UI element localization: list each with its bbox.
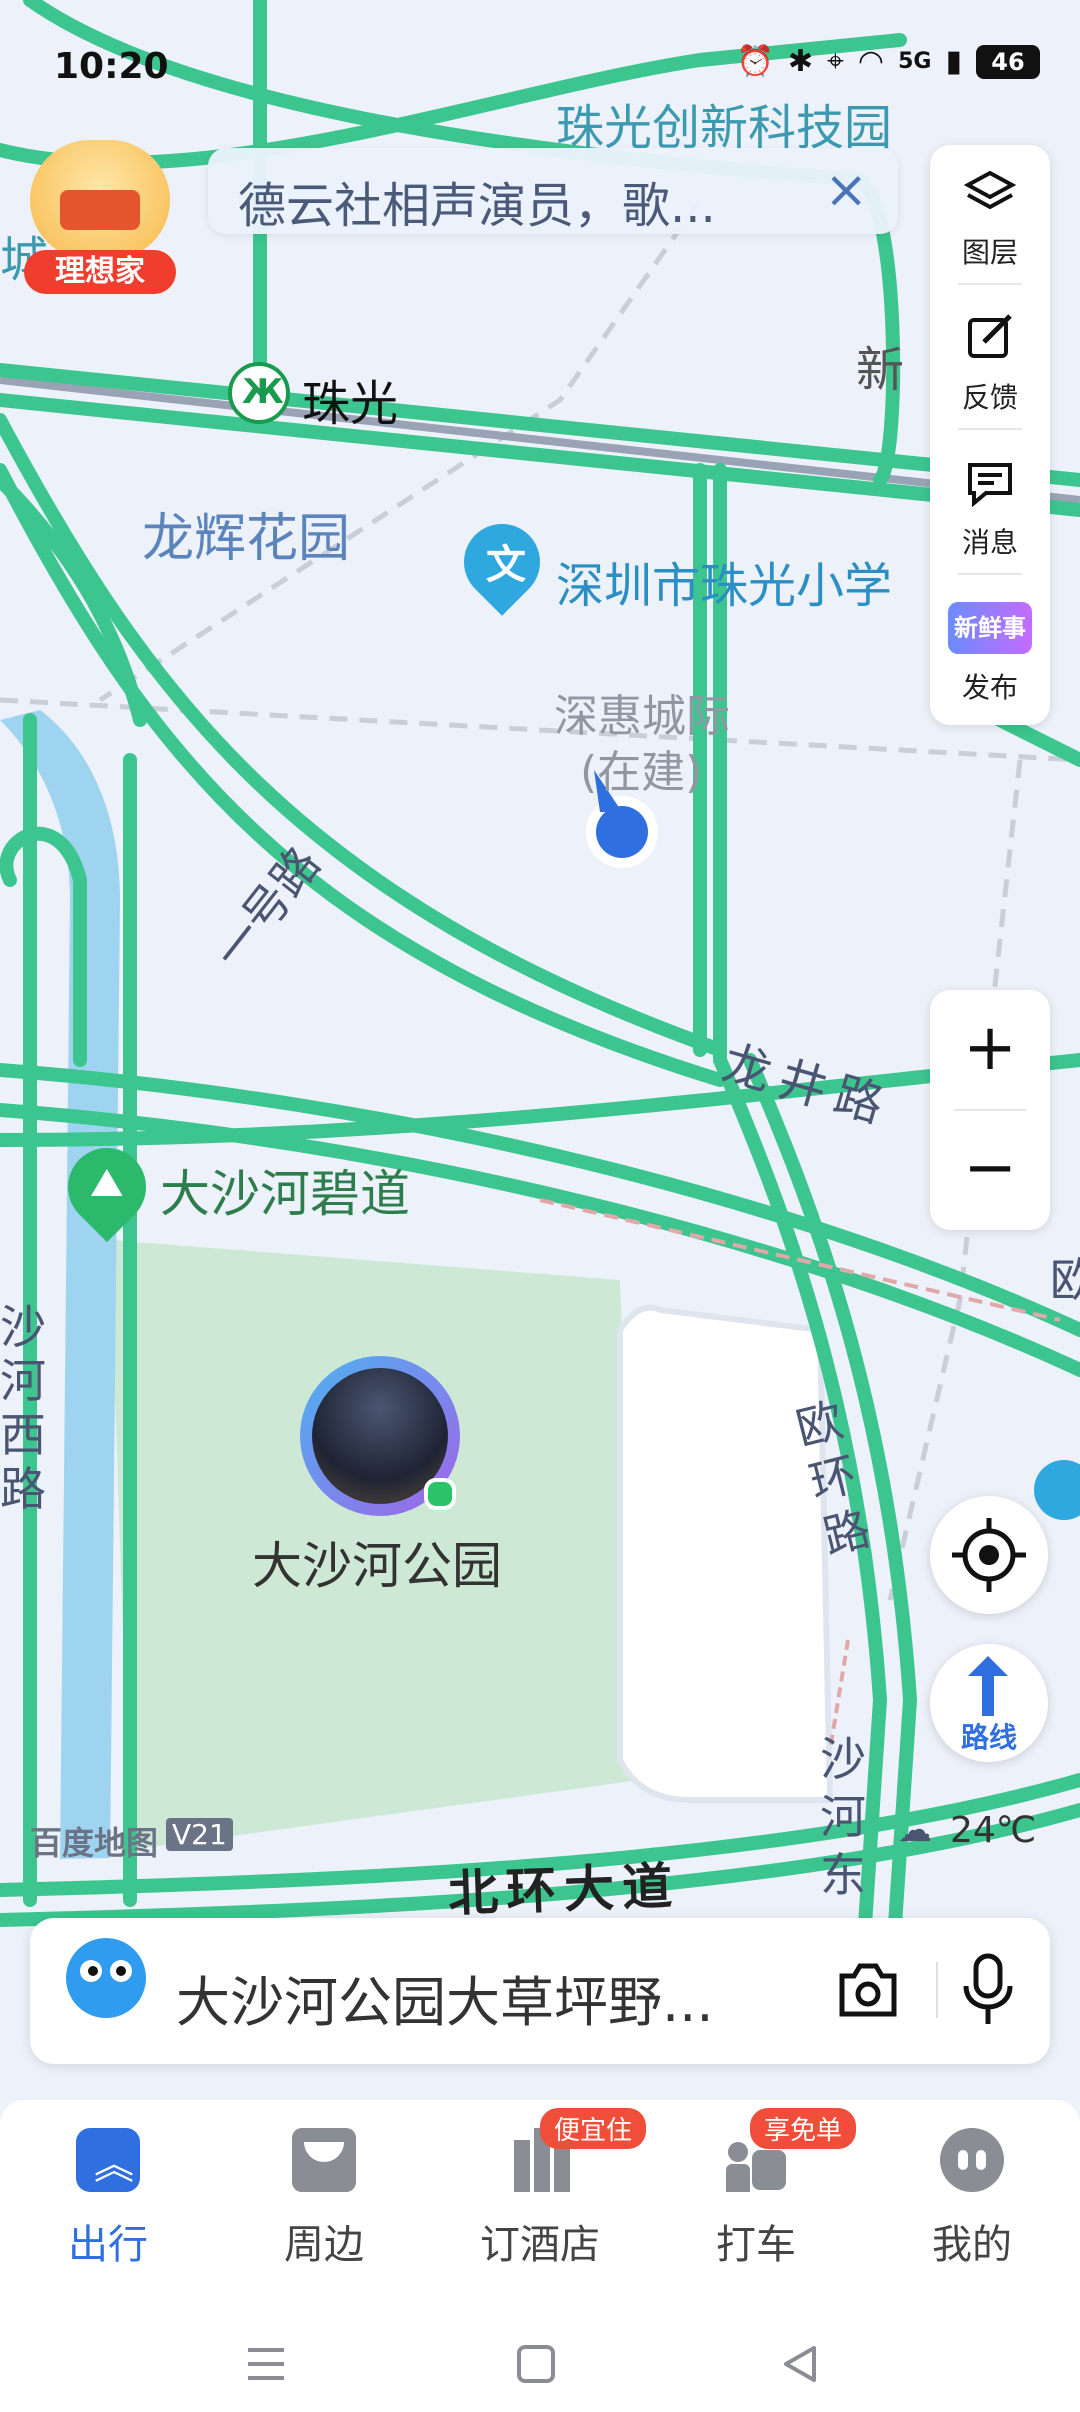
brand-label: 百度地图: [30, 1824, 159, 1862]
wifi-icon: ◠: [857, 44, 885, 79]
label-metro-station[interactable]: 珠光: [302, 364, 398, 434]
taxi-badge: 享免单: [750, 2108, 857, 2149]
park-photo-marker[interactable]: [300, 1356, 460, 1516]
zoom-in-button[interactable]: +: [930, 990, 1050, 1110]
network-label: 5G: [898, 49, 932, 74]
status-time: 10:20: [54, 46, 169, 87]
weather-icon: ☁: [898, 1810, 932, 1850]
nav-hotel[interactable]: 便宜住 订酒店: [450, 2108, 647, 2280]
menu-icon[interactable]: [246, 2346, 286, 2382]
location-status-icon: ⌖: [827, 44, 844, 79]
label-railway: 深惠城际: [554, 691, 730, 742]
label-greenway[interactable]: 大沙河碧道: [160, 1154, 410, 1226]
nav-travel[interactable]: ︽ 出行: [18, 2120, 198, 2280]
alarm-icon: ⏰: [736, 44, 774, 79]
layers-icon: [964, 170, 1016, 210]
location-dot: [596, 806, 648, 858]
nav-profile[interactable]: 我的: [882, 2120, 1062, 2280]
close-icon[interactable]: ×: [824, 160, 868, 220]
home-icon[interactable]: [516, 2344, 556, 2384]
river: [0, 710, 120, 1860]
back-icon[interactable]: [780, 2344, 820, 2384]
label-road-shahe-east: 沙河东: [820, 1732, 866, 1902]
route-button[interactable]: 路线: [930, 1644, 1048, 1762]
top-search-text[interactable]: 德云社相声演员，歌...: [238, 166, 716, 236]
nav-nearby[interactable]: 周边: [234, 2120, 414, 2280]
label-longhui[interactable]: 龙辉花园: [142, 496, 350, 571]
zoom-controls: + −: [930, 990, 1050, 1230]
map-canvas[interactable]: [0, 0, 1080, 2100]
travel-icon: ︽: [76, 2128, 140, 2192]
label-road-beihuan: 北环大道: [447, 1856, 682, 1924]
signal-icon: ▮: [945, 44, 962, 79]
locate-button[interactable]: [930, 1496, 1048, 1614]
weather-temp: 24℃: [950, 1810, 1037, 1851]
search-bar[interactable]: 大沙河公园大草坪野...: [30, 1918, 1050, 2064]
zoom-out-button[interactable]: −: [930, 1110, 1050, 1230]
bluetooth-icon: ✱: [787, 44, 814, 79]
status-bar: 10:20 ⏰ ✱ ⌖ ◠ 5G ▮ 46: [0, 0, 1080, 140]
tool-layers[interactable]: 图层: [930, 145, 1050, 285]
search-input[interactable]: 大沙河公园大草坪野...: [176, 1958, 714, 2037]
label-xin: 新: [856, 342, 905, 398]
label-edge-ou: 欧: [1050, 1253, 1080, 1307]
system-nav-bar: [0, 2300, 1080, 2412]
battery-icon: 46: [976, 44, 1040, 79]
road-zhuguang-2: [0, 393, 1080, 517]
plaza-area: [617, 1304, 834, 1803]
status-icons: ⏰ ✱ ⌖ ◠ 5G ▮ 46: [737, 44, 1040, 79]
metro-line: [0, 376, 1080, 504]
crosshair-icon: [952, 1518, 1026, 1592]
label-railway-sub: (在建): [580, 747, 703, 798]
label-school[interactable]: 深圳市珠光小学: [556, 546, 892, 616]
route-label: 路线: [960, 1721, 1017, 1754]
map-tools-panel: 图层 反馈 消息 新鲜事 发布: [930, 145, 1050, 725]
road-zhuguang: [0, 363, 1080, 487]
top-search-chip[interactable]: 德云社相声演员，歌... ×: [208, 148, 898, 234]
news-icon: 新鲜事: [948, 602, 1032, 654]
label-west-road: 沙河西路: [0, 1300, 46, 1516]
metro-station-icon[interactable]: Ж: [228, 362, 290, 424]
promo-house[interactable]: 理想家: [20, 140, 180, 300]
map-view[interactable]: 珠光创新科技园 城 新 Ж 珠光 龙辉花园 文 深圳市珠光小学 深惠城际 (在建…: [0, 0, 1080, 2100]
label-park[interactable]: 大沙河公园: [252, 1526, 502, 1598]
brand-version: V21: [166, 1818, 233, 1851]
camera-icon[interactable]: [836, 1960, 900, 2020]
promo-label: 理想家: [24, 250, 176, 294]
tool-feedback[interactable]: 反馈: [930, 290, 1050, 430]
bottom-nav: ︽ 出行 周边 便宜住 订酒店 享免单 打车 我的: [0, 2100, 1080, 2300]
nearby-icon: [292, 2128, 356, 2192]
mascot-icon: [66, 1938, 146, 2038]
route-arrow-icon: [968, 1656, 1008, 1716]
microphone-icon[interactable]: [960, 1952, 1016, 2030]
nav-taxi[interactable]: 享免单 打车: [666, 2108, 857, 2280]
hotel-badge: 便宜住: [540, 2108, 647, 2149]
message-icon: [968, 463, 1012, 508]
profile-icon: [940, 2128, 1004, 2192]
tool-publish[interactable]: 新鲜事 发布: [930, 580, 1050, 720]
feedback-icon: [968, 314, 1012, 358]
tool-message[interactable]: 消息: [930, 435, 1050, 575]
